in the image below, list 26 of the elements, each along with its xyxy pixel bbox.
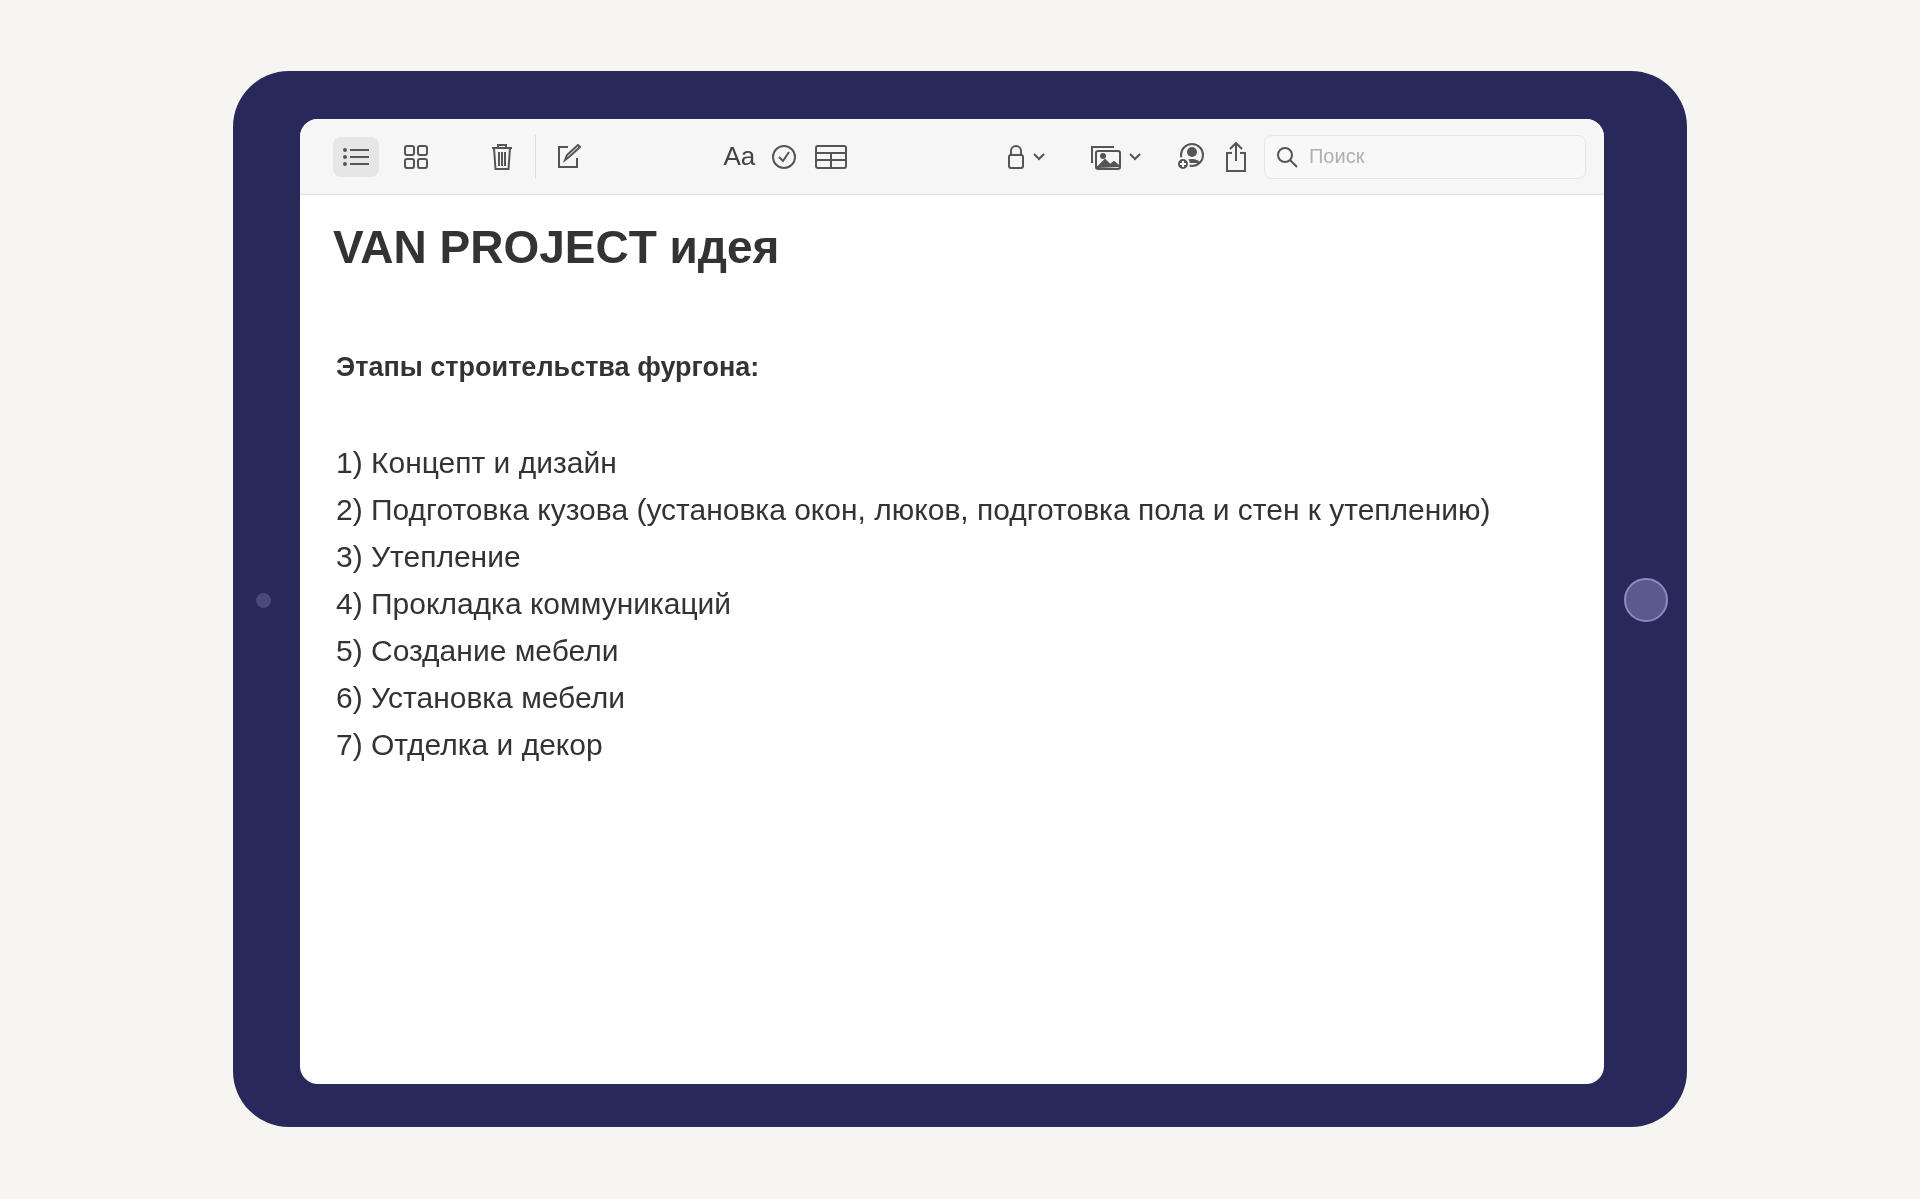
grid-icon (404, 144, 428, 169)
photos-icon (1089, 143, 1122, 170)
list-line: 3) Утепление (336, 539, 521, 575)
chevron-down-icon (1033, 152, 1046, 161)
lock-icon (1007, 143, 1026, 170)
list-line: 7) Отделка и декор (336, 727, 603, 763)
list-line: 4) Прокладка коммуникаций (336, 586, 732, 622)
checkmark-circle-icon (770, 143, 797, 170)
list-line: 1) Концепт и дизайн (336, 445, 617, 481)
search-field[interactable]: Поиск (1264, 134, 1586, 179)
home-button[interactable] (1624, 578, 1668, 622)
note-heading: Этапы строительства фургона: (336, 351, 761, 384)
chevron-down-icon (1129, 152, 1142, 161)
list-line: 6) Установка мебели (336, 680, 625, 716)
compose-icon (555, 143, 582, 170)
list-line: 5) Создание мебели (336, 633, 619, 669)
note-title: VAN PROJECT идея (333, 220, 781, 275)
trash-icon (489, 142, 514, 171)
table-icon (815, 144, 848, 169)
search-icon (1276, 145, 1298, 168)
add-person-icon (1175, 141, 1206, 172)
list-line: 2) Подготовка кузова (установка окон, люков, подготовка пола и стен к утеплению) (336, 492, 1491, 528)
list-icon (343, 146, 369, 167)
format-button[interactable]: Aa (723, 136, 756, 177)
share-icon (1224, 141, 1249, 172)
view-button[interactable] (333, 136, 379, 177)
